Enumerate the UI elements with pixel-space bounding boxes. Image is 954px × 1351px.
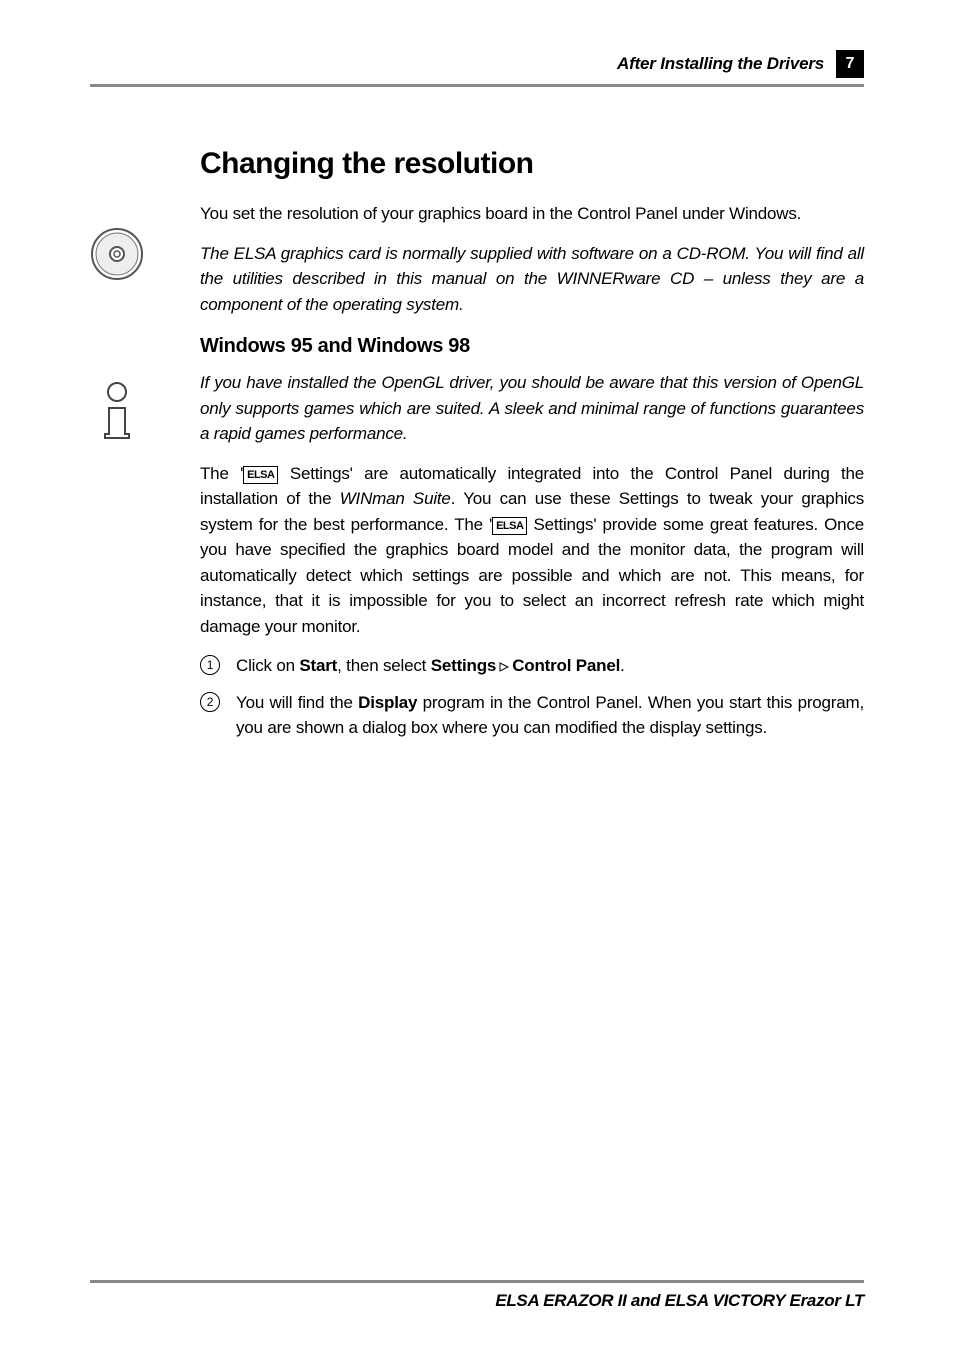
- steps-list: Click on Start, then select Settings Cont…: [200, 653, 864, 741]
- text: You will find the: [236, 693, 358, 712]
- intro-paragraph: You set the resolution of your graphics …: [200, 201, 864, 227]
- ui-label: Control Panel: [512, 656, 620, 675]
- page-number: 7: [836, 50, 864, 78]
- product-name: WINman Suite: [340, 489, 451, 508]
- elsa-logo-icon: ELSA: [492, 517, 527, 536]
- step-item: Click on Start, then select Settings Cont…: [200, 653, 864, 680]
- product-name: WINNERware CD: [557, 269, 695, 288]
- ui-label: Display: [358, 693, 417, 712]
- elsa-logo-icon: ELSA: [243, 466, 278, 485]
- info-icon: [90, 382, 144, 442]
- opengl-note-paragraph: If you have installed the OpenGL driver,…: [200, 370, 864, 447]
- footer-text: ELSA ERAZOR II and ELSA VICTORY Erazor L…: [90, 1280, 864, 1311]
- text: Click on: [236, 656, 299, 675]
- text: The ': [200, 464, 243, 483]
- header-section-label: After Installing the Drivers: [617, 54, 824, 74]
- step-item: You will find the Display program in the…: [200, 690, 864, 741]
- menu-arrow-icon: [499, 654, 509, 680]
- ui-label: Start: [299, 656, 337, 675]
- subsection-title: Windows 95 and Windows 98: [200, 335, 864, 358]
- text: .: [620, 656, 625, 675]
- cd-icon: [90, 227, 144, 281]
- page-title: Changing the resolution: [200, 147, 864, 181]
- elsa-settings-paragraph: The 'ELSA Settings' are automatically in…: [200, 461, 864, 640]
- text: , then select: [337, 656, 431, 675]
- ui-label: Settings: [431, 656, 496, 675]
- cd-note-paragraph: The ELSA graphics card is normally suppl…: [200, 241, 864, 318]
- header-rule: [90, 84, 864, 87]
